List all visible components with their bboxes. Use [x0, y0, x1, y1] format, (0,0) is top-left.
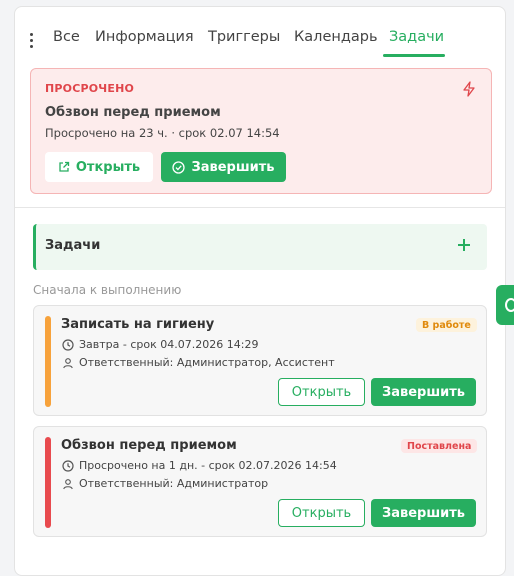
tab-triggers[interactable]: Триггеры	[208, 29, 280, 45]
task-assignee-row: Ответственный: Администратор	[62, 477, 268, 490]
divider	[15, 207, 505, 208]
overdue-alert-card: ПРОСРОЧЕНО Обзвон перед приемом Просроче…	[30, 68, 492, 194]
clock-icon	[62, 338, 74, 351]
tab-info[interactable]: Информация	[95, 29, 194, 45]
check-circle-icon	[172, 160, 186, 174]
task-complete-button[interactable]: Завершить	[371, 499, 476, 527]
sort-label: Сначала к выполнению	[33, 283, 182, 297]
task-assignee-row: Ответственный: Администратор, Ассистент	[62, 356, 335, 369]
tab-calendar[interactable]: Календарь	[294, 29, 378, 45]
task-open-button[interactable]: Открыть	[278, 378, 365, 406]
overdue-label: ПРОСРОЧЕНО	[45, 82, 135, 95]
overdue-open-label: Открыть	[75, 159, 141, 175]
tab-all[interactable]: Все	[53, 29, 80, 45]
task-open-button[interactable]: Открыть	[278, 499, 365, 527]
active-tab-indicator	[383, 54, 445, 57]
overdue-open-button[interactable]: Открыть	[45, 152, 153, 182]
user-icon	[63, 478, 73, 489]
task-assignee-text: Ответственный: Администратор, Ассистент	[79, 356, 335, 369]
plus-icon[interactable]	[454, 235, 474, 255]
tasks-section-title: Задачи	[45, 238, 101, 253]
task-complete-button[interactable]: Завершить	[371, 378, 476, 406]
task-due-text: Завтра - срок 04.07.2026 14:29	[79, 338, 259, 351]
task-due-row: Завтра - срок 04.07.2026 14:29	[62, 338, 258, 351]
external-link-icon	[59, 161, 70, 172]
side-widget-icon	[505, 298, 514, 312]
status-badge: В работе	[416, 318, 477, 332]
status-badge: Поставлена	[401, 439, 478, 453]
more-vertical-icon[interactable]	[26, 31, 38, 51]
task-panel: Все Информация Триггеры Календарь Задачи…	[14, 6, 506, 576]
task-due-row: Просрочено на 1 дн. - срок 02.07.2026 14…	[62, 459, 337, 472]
task-status-stripe	[45, 437, 51, 528]
overdue-task-title: Обзвон перед приемом	[45, 105, 221, 120]
clock-icon	[62, 459, 74, 472]
lightning-icon	[463, 81, 475, 97]
tasks-section-header: Задачи	[33, 224, 487, 270]
task-status-stripe	[45, 316, 51, 407]
tab-tasks[interactable]: Задачи	[389, 29, 444, 45]
user-icon	[63, 357, 73, 368]
overdue-complete-button[interactable]: Завершить	[161, 152, 286, 182]
overdue-task-subtitle: Просрочено на 23 ч. · срок 02.07 14:54	[45, 126, 280, 140]
tab-bar: Все Информация Триггеры Календарь Задачи	[15, 25, 505, 61]
task-assignee-text: Ответственный: Администратор	[79, 477, 269, 490]
task-due-text: Просрочено на 1 дн. - срок 02.07.2026 14…	[79, 459, 337, 472]
task-card: Обзвон перед приемом Поставлена Просроче…	[33, 426, 487, 537]
side-widget-toggle[interactable]	[496, 285, 514, 325]
task-title: Обзвон перед приемом	[61, 438, 237, 453]
task-title: Записать на гигиену	[61, 317, 215, 332]
overdue-complete-label: Завершить	[191, 159, 275, 175]
task-card: Записать на гигиену В работе Завтра - ср…	[33, 305, 487, 416]
